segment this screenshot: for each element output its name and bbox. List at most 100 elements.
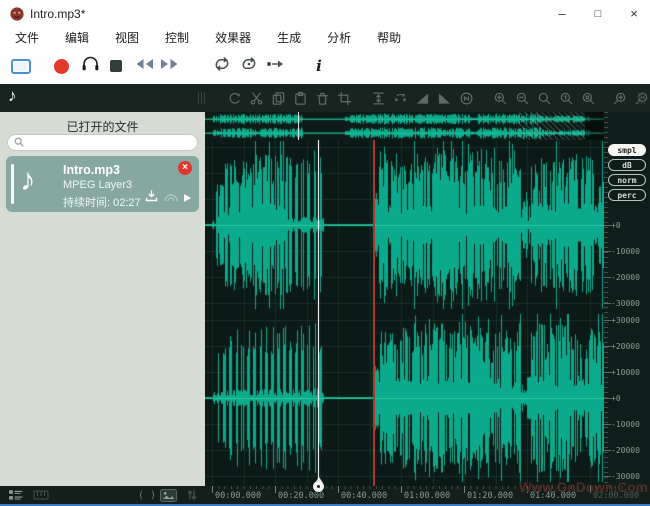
zoom-one-icon[interactable] <box>558 90 574 106</box>
minimap-offscreen-hatch <box>518 112 585 140</box>
search-icon <box>14 134 24 152</box>
menu-item-1[interactable]: 编辑 <box>52 28 102 48</box>
transport-toolbar: i 44.1 kHz stereo -0000:00:54.460 <box>0 48 650 84</box>
menu-item-6[interactable]: 分析 <box>314 28 364 48</box>
maximize-button[interactable]: □ <box>584 4 612 24</box>
ruler-label: -10000 <box>611 420 640 429</box>
waveform-channel-right[interactable] <box>205 312 604 484</box>
stop-icon <box>110 60 122 72</box>
scale-dB-button[interactable]: dB <box>608 159 646 171</box>
loop-icon <box>213 57 231 76</box>
zoom-out-icon[interactable] <box>514 90 530 106</box>
titlebar: Intro.mp3* – □ × <box>0 0 650 28</box>
menu-item-3[interactable]: 控制 <box>152 28 202 48</box>
toolbar-drag-handle[interactable] <box>198 92 206 104</box>
thumbnail-view-icon[interactable] <box>160 488 177 502</box>
loop-selection-icon <box>240 57 258 76</box>
stop-button[interactable] <box>107 48 125 84</box>
ruler-label: -20000 <box>611 273 640 282</box>
save-file-icon[interactable] <box>145 189 158 207</box>
ruler-label: +0 <box>611 394 621 403</box>
selection-tool-button[interactable] <box>8 48 34 84</box>
file-card-intro-mp3[interactable]: ♪ Intro.mp3 MPEG Layer3 持续时间: 02:27 × <box>6 156 199 212</box>
file-play-icon[interactable] <box>184 194 191 202</box>
zoom-icon[interactable] <box>536 90 552 106</box>
keyboard-icon[interactable] <box>33 488 49 502</box>
menu-item-5[interactable]: 生成 <box>264 28 314 48</box>
file-name: Intro.mp3 <box>63 163 120 177</box>
ruler-label: +10000 <box>611 368 640 377</box>
loop-button[interactable] <box>210 48 234 84</box>
trim-icon[interactable] <box>336 90 352 106</box>
selection-tool-icon <box>11 59 31 74</box>
timeline-label: 01:00.000 <box>404 491 450 501</box>
amplitude-ruler: smpldBnormperc +0-10000-20000-30000+3000… <box>604 112 650 486</box>
menu-item-2[interactable]: 视图 <box>102 28 152 48</box>
selection-bounds-icon[interactable]: ( ) <box>138 488 156 502</box>
waveform-channel-left[interactable] <box>205 140 604 312</box>
play-from-cursor-button[interactable] <box>263 48 287 84</box>
close-button[interactable]: × <box>620 4 648 24</box>
ruler-label: -10000 <box>611 247 640 256</box>
ruler-label: -20000 <box>611 446 640 455</box>
timeline-label: 00:40.000 <box>341 491 387 501</box>
record-button[interactable] <box>50 48 72 84</box>
menu-item-7[interactable]: 帮助 <box>364 28 414 48</box>
scale-smpl-button[interactable]: smpl <box>608 144 646 156</box>
menu-item-4[interactable]: 效果器 <box>202 28 264 48</box>
timeline-label: 00:00.000 <box>215 491 261 501</box>
fade-in-icon[interactable] <box>414 90 430 106</box>
cut-icon[interactable] <box>248 90 264 106</box>
loop-selection-button[interactable] <box>237 48 261 84</box>
scale-norm-button[interactable]: norm <box>608 174 646 186</box>
zoom-v-in-icon[interactable] <box>611 90 627 106</box>
delete-icon[interactable] <box>314 90 330 106</box>
rewind-icon <box>134 57 154 75</box>
ruler-label: +30000 <box>611 316 640 325</box>
fade-out-icon[interactable] <box>436 90 452 106</box>
edit-toolbar: ♪ <box>0 84 650 112</box>
selected-indicator <box>11 164 14 204</box>
opened-files-header: 已打开的文件 <box>0 118 205 135</box>
undo-icon[interactable] <box>226 90 242 106</box>
play-button[interactable] <box>78 48 102 84</box>
search-input[interactable] <box>24 136 184 149</box>
list-view-icon[interactable] <box>8 488 23 502</box>
menu-item-0[interactable]: 文件 <box>2 28 52 48</box>
file-search-box[interactable] <box>7 134 198 151</box>
paste-icon[interactable] <box>292 90 308 106</box>
menubar: 文件编辑视图控制效果器生成分析帮助 <box>0 28 650 48</box>
headphones-icon <box>81 55 100 77</box>
toolbar-drag-handle-right[interactable] <box>638 92 646 104</box>
info-button[interactable]: i <box>310 48 328 84</box>
amplify-icon[interactable] <box>370 90 386 106</box>
play-from-cursor-icon <box>266 57 284 75</box>
skip-back-button[interactable] <box>131 48 157 84</box>
playhead-line <box>373 140 375 486</box>
zoom-sel-icon[interactable] <box>580 90 596 106</box>
file-format: MPEG Layer3 <box>63 179 132 191</box>
watermark-text: Www.GnDown.Com <box>488 480 648 495</box>
reverse-icon[interactable] <box>392 90 408 106</box>
ocenaudio-window: Intro.mp3* – □ × 文件编辑视图控制效果器生成分析帮助 i <box>0 0 650 506</box>
ruler-label: +20000 <box>611 342 640 351</box>
window-title: Intro.mp3* <box>30 7 85 21</box>
minimize-button[interactable]: – <box>548 4 576 24</box>
opened-files-panel: 已打开的文件 ♪ Intro.mp3 MPEG Layer3 持续时间: 02:… <box>0 112 205 486</box>
scale-perc-button[interactable]: perc <box>608 189 646 201</box>
file-close-button[interactable]: × <box>178 161 192 175</box>
waveform-editor[interactable] <box>205 112 604 486</box>
sort-icon[interactable] <box>186 488 198 502</box>
record-icon <box>54 59 69 74</box>
file-duration: 持续时间: 02:27 <box>63 194 141 210</box>
app-logo-icon <box>9 6 25 22</box>
edit-cursor-line[interactable] <box>318 140 319 486</box>
cursor-handle[interactable] <box>312 477 325 493</box>
skip-forward-button[interactable] <box>157 48 183 84</box>
loudness-icon[interactable] <box>458 90 474 106</box>
copy-icon[interactable] <box>270 90 286 106</box>
scale-mode-buttons: smpl dB norm perc <box>606 144 648 201</box>
zoom-in-icon[interactable] <box>492 90 508 106</box>
toolbar-separator <box>358 98 364 99</box>
ripple-icon[interactable] <box>163 189 179 207</box>
